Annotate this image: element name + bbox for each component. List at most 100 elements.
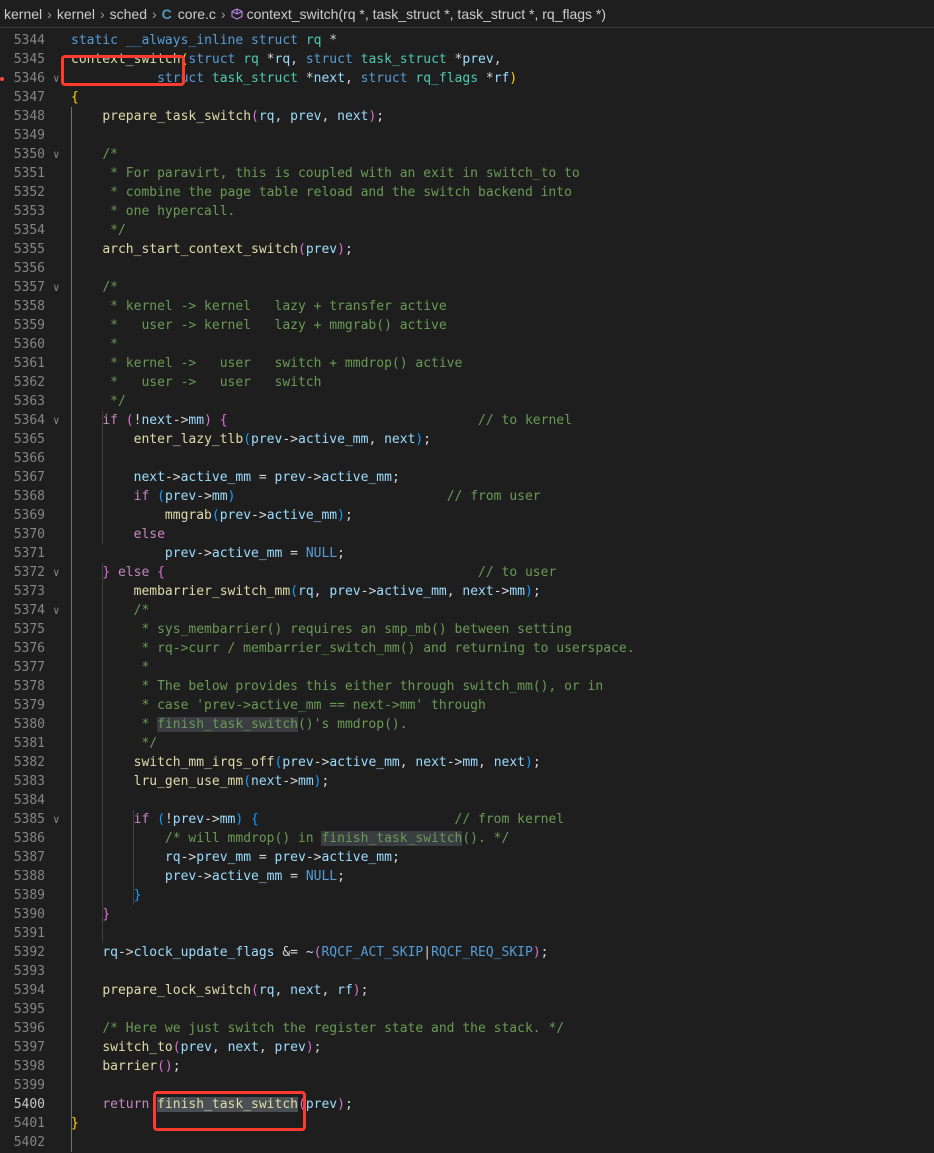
line-number: 5391 [13, 926, 45, 941]
code-line[interactable]: 5360 * [0, 335, 934, 354]
code-line[interactable]: 5393 [0, 962, 934, 981]
code-line[interactable]: 5373 membarrier_switch_mm(rq, prev->acti… [0, 582, 934, 601]
line-number: 5372 [13, 565, 45, 580]
code-line[interactable]: 5386 /* will mmdrop() in finish_task_swi… [0, 829, 934, 848]
code-line[interactable]: 5365 enter_lazy_tlb(prev->active_mm, nex… [0, 430, 934, 449]
line-number: 5390 [13, 907, 45, 922]
line-number: 5402 [13, 1135, 45, 1150]
code-line[interactable]: 5378 * The below provides this either th… [0, 677, 934, 696]
line-number: 5393 [13, 964, 45, 979]
line-number: 5370 [13, 527, 45, 542]
code-text: prev->active_mm = NULL; [164, 546, 345, 561]
fold-chevron-icon[interactable]: ∨ [53, 411, 65, 430]
code-line[interactable]: 5376 * rq->curr / membarrier_switch_mm()… [0, 639, 934, 658]
fold-chevron-icon[interactable]: ∨ [53, 278, 65, 297]
breadcrumb-item-kernel-root[interactable]: kernel [4, 6, 42, 22]
fold-chevron-icon[interactable]: ∨ [53, 810, 65, 829]
line-number: 5378 [13, 679, 45, 694]
code-line[interactable]: 5352 * combine the page table reload and… [0, 183, 934, 202]
code-line[interactable]: 5361 * kernel -> user switch + mmdrop() … [0, 354, 934, 373]
code-line[interactable]: 5401} [0, 1114, 934, 1133]
code-line[interactable]: 5348 prepare_task_switch(rq, prev, next)… [0, 107, 934, 126]
line-number: 5361 [13, 356, 45, 371]
code-line[interactable]: 5377 * [0, 658, 934, 677]
line-number: 5373 [13, 584, 45, 599]
code-line[interactable]: 5391 [0, 924, 934, 943]
code-text: /* will mmdrop() in finish_task_switch()… [164, 831, 510, 846]
code-text: */ [71, 223, 126, 238]
code-line[interactable]: 5379 * case 'prev->active_mm == next->mm… [0, 696, 934, 715]
code-line[interactable]: 5385 ∨ if (!prev->mm) { // from kernel [0, 810, 934, 829]
code-text: * one hypercall. [71, 204, 236, 219]
code-line[interactable]: 5397 switch_to(prev, next, prev); [0, 1038, 934, 1057]
code-line[interactable]: 5368 if (prev->mm) // from user [0, 487, 934, 506]
code-line[interactable]: 5392 rq->clock_update_flags &= ~(RQCF_AC… [0, 943, 934, 962]
code-line[interactable]: 5364 ∨ if (!next->mm) { // to kernel [0, 411, 934, 430]
code-line[interactable]: 5381 */ [0, 734, 934, 753]
code-line[interactable]: 5357 ∨ /* [0, 278, 934, 297]
code-text: * [71, 337, 118, 352]
code-line[interactable]: 5395 [0, 1000, 934, 1019]
line-number: 5398 [13, 1059, 45, 1074]
line-number: 5365 [13, 432, 45, 447]
fold-chevron-icon[interactable]: ∨ [53, 601, 65, 620]
code-line[interactable]: 5358 * kernel -> kernel lazy + transfer … [0, 297, 934, 316]
line-number: 5366 [13, 451, 45, 466]
breadcrumb-item-sched[interactable]: sched [110, 6, 147, 22]
code-line[interactable]: 5380 * finish_task_switch()'s mmdrop(). [0, 715, 934, 734]
code-text: else [133, 527, 165, 542]
line-number: 5381 [13, 736, 45, 751]
code-line[interactable]: 5367 next->active_mm = prev->active_mm; [0, 468, 934, 487]
code-text: /* Here we just switch the register stat… [102, 1021, 565, 1036]
code-line[interactable]: 5371 prev->active_mm = NULL; [0, 544, 934, 563]
line-number: 5385 [13, 812, 45, 827]
code-text: if (!next->mm) { // to kernel [102, 413, 572, 428]
breadcrumb: kernel › kernel › sched › C core.c › con… [0, 0, 934, 28]
code-line[interactable]: 5351 * For paravirt, this is coupled wit… [0, 164, 934, 183]
code-line[interactable]: 5356 [0, 259, 934, 278]
code-line[interactable]: 5402 [0, 1133, 934, 1152]
code-line[interactable]: 5383 lru_gen_use_mm(next->mm); [0, 772, 934, 791]
breadcrumb-item-kernel[interactable]: kernel [57, 6, 95, 22]
line-number: 5376 [13, 641, 45, 656]
code-line[interactable]: 5390 } [0, 905, 934, 924]
breadcrumb-file[interactable]: core.c [178, 6, 216, 22]
code-line[interactable]: 5399 [0, 1076, 934, 1095]
code-line[interactable]: 5349 [0, 126, 934, 145]
breadcrumb-symbol[interactable]: context_switch(rq *, task_struct *, task… [247, 6, 606, 22]
indent-guide [102, 411, 103, 544]
code-line[interactable]: 5353 * one hypercall. [0, 202, 934, 221]
code-line[interactable]: 5347 { [0, 88, 934, 107]
code-line[interactable]: 5350 ∨ /* [0, 145, 934, 164]
code-line[interactable]: 5374 ∨ /* [0, 601, 934, 620]
code-text: } [102, 907, 111, 922]
code-line[interactable]: 5362 * user -> user switch [0, 373, 934, 392]
code-text: { [71, 90, 79, 105]
code-text: membarrier_switch_mm(rq, prev->active_mm… [133, 584, 541, 599]
code-line[interactable]: 5355 arch_start_context_switch(prev); [0, 240, 934, 259]
code-line[interactable]: 5369 mmgrab(prev->active_mm); [0, 506, 934, 525]
code-line[interactable]: 5387 rq->prev_mm = prev->active_mm; [0, 848, 934, 867]
code-line[interactable]: 5398 barrier(); [0, 1057, 934, 1076]
code-text: lru_gen_use_mm(next->mm); [133, 774, 330, 789]
code-text: * kernel -> user switch + mmdrop() activ… [71, 356, 463, 371]
code-line[interactable]: 5388 prev->active_mm = NULL; [0, 867, 934, 886]
code-line[interactable]: 5382 switch_mm_irqs_off(prev->active_mm,… [0, 753, 934, 772]
fold-chevron-icon[interactable]: ∨ [53, 563, 65, 582]
line-number: 5367 [13, 470, 45, 485]
code-editor[interactable]: 5341/*5344static __always_inline struct … [0, 12, 934, 1153]
code-line[interactable]: 5366 [0, 449, 934, 468]
code-line[interactable]: 5372 ∨ } else { // to user [0, 563, 934, 582]
code-line[interactable]: 5359 * user -> kernel lazy + mmgrab() ac… [0, 316, 934, 335]
fold-chevron-icon[interactable]: ∨ [53, 145, 65, 164]
code-line[interactable]: 5354 */ [0, 221, 934, 240]
code-line[interactable]: 5396 /* Here we just switch the register… [0, 1019, 934, 1038]
code-line[interactable]: 5389 } [0, 886, 934, 905]
code-line[interactable]: 5344 static __always_inline struct rq * [0, 31, 934, 50]
code-line[interactable]: 5394 prepare_lock_switch(rq, next, rf); [0, 981, 934, 1000]
code-line[interactable]: 5370 else [0, 525, 934, 544]
code-line[interactable]: 5363 */ [0, 392, 934, 411]
code-line[interactable]: 5384 [0, 791, 934, 810]
code-line[interactable]: 5400 return finish_task_switch(prev); [0, 1095, 934, 1114]
code-line[interactable]: 5375 * sys_membarrier() requires an smp_… [0, 620, 934, 639]
